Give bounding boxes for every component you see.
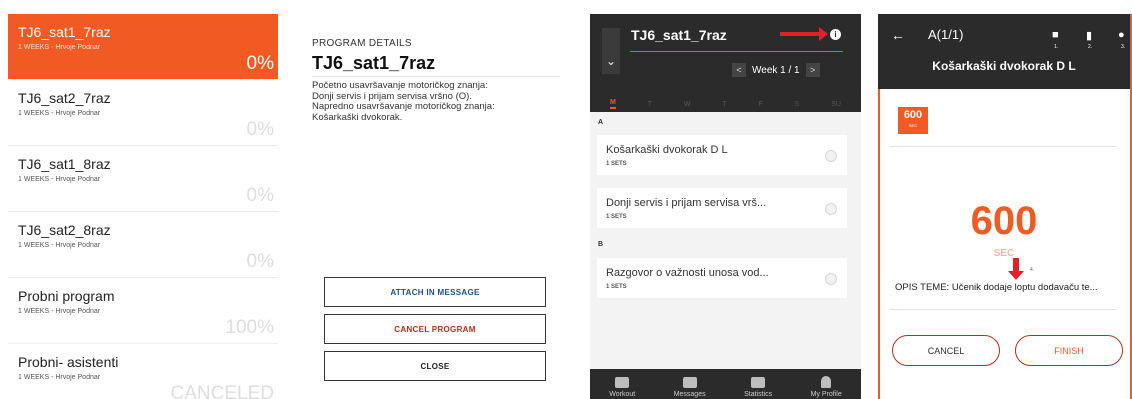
close-button[interactable]: CLOSE	[324, 351, 546, 381]
day-tab[interactable]: M	[609, 99, 616, 109]
exercise-sets: 1 SETS	[606, 214, 627, 220]
week-navigator: < Week 1 / 1 >	[732, 63, 820, 77]
day-tab[interactable]: F	[759, 101, 763, 108]
program-subtitle: 1 WEEKS - Hrvoje Podnar	[18, 308, 101, 315]
program-progress: CANCELED	[170, 383, 274, 399]
annotation-number: 1.	[1054, 44, 1059, 50]
program-subtitle: 1 WEEKS - Hrvoje Podnar	[18, 176, 101, 183]
title-underline	[630, 51, 843, 52]
statistics-icon	[751, 377, 766, 388]
info-icon[interactable]: ●	[1118, 29, 1125, 41]
divider	[312, 76, 560, 77]
program-item[interactable]: TJ6_sat2_8raz 1 WEEKS - Hrvoje Podnar 0%	[8, 212, 278, 278]
exercise-sets: 1 SETS	[606, 284, 627, 290]
program-item[interactable]: Probni- asistenti 1 WEEKS - Hrvoje Podna…	[8, 344, 278, 399]
program-progress: 0%	[246, 119, 274, 140]
program-list: TJ6_sat1_7raz 1 WEEKS - Hrvoje Podnar 0%…	[8, 14, 278, 399]
workout-icon	[615, 377, 630, 388]
program-subtitle: 1 WEEKS - Hrvoje Podnar	[18, 44, 101, 51]
program-progress: 0%	[246, 53, 274, 74]
program-item[interactable]: TJ6_sat1_8raz 1 WEEKS - Hrvoje Podnar 0%	[8, 146, 278, 212]
exercise-card[interactable]: Donji servis i prijam servisa vrš... 1 S…	[597, 188, 847, 228]
next-week-button[interactable]: >	[805, 63, 820, 77]
program-name: TJ6_sat1_7raz	[18, 24, 111, 40]
exercise-card[interactable]: Razgovor o važnosti unosa vod... 1 SETS	[597, 258, 847, 298]
program-progress: 100%	[225, 317, 274, 338]
workout-week-screen: ⌄ TJ6_sat1_7raz i < Week 1 / 1 > M T W T…	[590, 14, 861, 399]
prev-week-button[interactable]: <	[732, 63, 746, 77]
exercise-sets: 1 SETS	[606, 161, 627, 167]
back-arrow-icon[interactable]: ←	[891, 27, 905, 43]
tab-statistics[interactable]: Statistics	[744, 377, 772, 398]
divider	[890, 146, 1116, 147]
exercise-name: Košarkaški dvokorak D L	[606, 144, 728, 156]
annotation-arrow-icon	[1008, 258, 1024, 280]
details-title: TJ6_sat1_7raz	[312, 53, 436, 73]
annotation-number: 2.	[1088, 44, 1093, 50]
complete-radio[interactable]	[825, 273, 837, 285]
day-tab[interactable]: T	[722, 101, 726, 108]
section-label: A	[598, 119, 604, 126]
workout-header: ⌄ TJ6_sat1_7raz i < Week 1 / 1 >	[590, 14, 861, 96]
program-subtitle: 1 WEEKS - Hrvoje Podnar	[18, 242, 101, 249]
cancel-button[interactable]: CANCEL	[892, 335, 1000, 366]
tab-my-profile[interactable]: My Profile	[811, 376, 842, 398]
exercise-name: Razgovor o važnosti unosa vod...	[606, 267, 769, 279]
day-tab[interactable]: S	[795, 101, 800, 108]
program-name: Probni program	[18, 288, 115, 304]
day-tab[interactable]: T	[648, 101, 652, 108]
bottom-tab-bar: Workout Messages Statistics My Profile	[590, 369, 861, 399]
workout-title: TJ6_sat1_7raz	[631, 27, 727, 43]
program-details: PROGRAM DETAILS TJ6_sat1_7raz Početno us…	[296, 14, 564, 399]
attach-in-message-button[interactable]: ATTACH IN MESSAGE	[324, 277, 546, 307]
complete-radio[interactable]	[825, 150, 837, 162]
program-subtitle: 1 WEEKS - Hrvoje Podnar	[18, 374, 101, 381]
exercise-header: ← A(1/1) ■ 1. ▮ 2. ● 3. Košarkaški dvoko…	[878, 14, 1130, 89]
day-tab[interactable]: SU	[831, 101, 841, 108]
program-name: TJ6_sat2_7raz	[18, 90, 111, 106]
program-progress: 0%	[246, 185, 274, 206]
details-label: PROGRAM DETAILS	[312, 38, 412, 49]
exercise-timer-screen: ← A(1/1) ■ 1. ▮ 2. ● 3. Košarkaški dvoko…	[878, 14, 1132, 399]
exercise-description: OPIS TEME: Učenik dodaje loptu dodavaču …	[895, 282, 1098, 293]
exercise-title: Košarkaški dvokorak D L	[932, 59, 1076, 73]
program-name: TJ6_sat1_8raz	[18, 156, 111, 172]
chevron-down-icon[interactable]: ⌄	[602, 28, 620, 74]
program-subtitle: 1 WEEKS - Hrvoje Podnar	[18, 110, 101, 117]
cancel-program-button[interactable]: CANCEL PROGRAM	[324, 314, 546, 344]
exercise-name: Donji servis i prijam servisa vrš...	[606, 197, 767, 209]
timer-unit: SEC	[993, 248, 1015, 259]
program-item[interactable]: TJ6_sat1_7raz 1 WEEKS - Hrvoje Podnar 0%	[8, 14, 278, 80]
messages-icon	[682, 377, 697, 388]
timer-value: 600	[970, 199, 1038, 243]
tab-workout[interactable]: Workout	[609, 377, 635, 398]
program-item[interactable]: Probni program 1 WEEKS - Hrvoje Podnar 1…	[8, 278, 278, 344]
week-label: Week 1 / 1	[752, 64, 800, 76]
details-description: Početno usavršavanje motoričkog znanja: …	[312, 80, 495, 123]
complete-radio[interactable]	[825, 203, 837, 215]
divider	[890, 309, 1116, 310]
finish-button[interactable]: FINISH	[1015, 335, 1123, 366]
video-icon[interactable]: ■	[1052, 29, 1059, 41]
annotation-arrow-icon	[780, 27, 828, 41]
section-label: B	[598, 241, 604, 248]
info-icon[interactable]: i	[830, 29, 841, 40]
annotation-number: 4.	[1030, 267, 1035, 273]
duration-badge: 600 SEC	[898, 107, 928, 134]
program-item[interactable]: TJ6_sat2_7raz 1 WEEKS - Hrvoje Podnar 0%	[8, 80, 278, 146]
program-progress: 0%	[246, 251, 274, 272]
program-name: Probni- asistenti	[18, 354, 119, 370]
day-tab[interactable]: W	[684, 101, 691, 108]
exercise-card[interactable]: Košarkaški dvokorak D L 1 SETS	[597, 135, 847, 175]
tab-messages[interactable]: Messages	[674, 377, 706, 398]
program-name: TJ6_sat2_8raz	[18, 222, 111, 238]
day-tabs: M T W T F S SU	[590, 96, 861, 112]
profile-icon	[821, 376, 832, 388]
exercise-counter: A(1/1)	[928, 27, 964, 42]
statistics-icon[interactable]: ▮	[1086, 29, 1092, 42]
annotation-number: 3.	[1121, 44, 1126, 50]
